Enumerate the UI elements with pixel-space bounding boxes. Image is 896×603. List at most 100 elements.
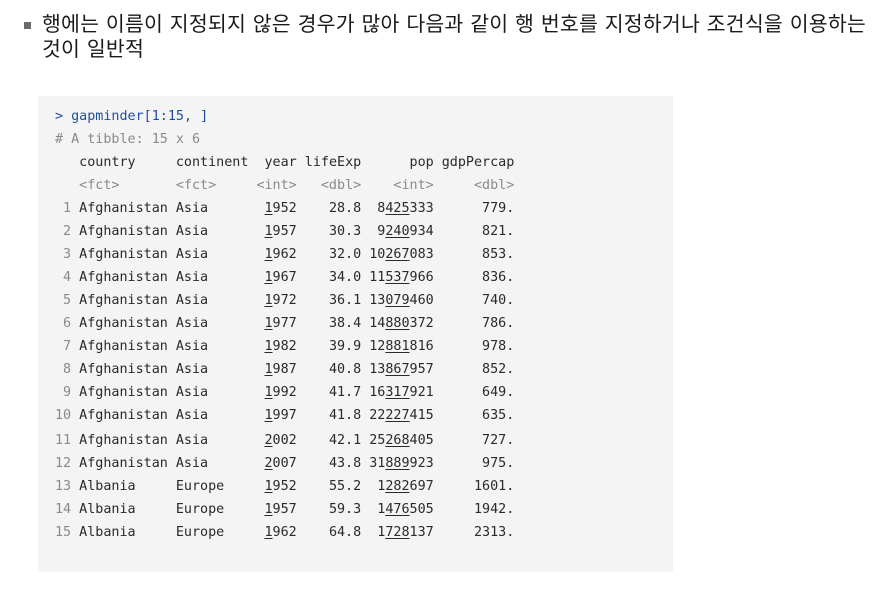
column-type: <dbl> — [320, 178, 362, 193]
cell-country: Afghanistan — [79, 247, 168, 262]
cell-country: Afghanistan — [79, 362, 168, 377]
cell-gdppercap: 786. — [482, 316, 515, 331]
column-header: country — [79, 155, 136, 170]
cell-gdppercap: 853. — [482, 247, 515, 262]
column-type: <fct> — [175, 178, 217, 193]
cell-pop: 13079460 — [369, 293, 434, 308]
cell-lifeexp: 64.8 — [328, 525, 362, 540]
cell-lifeexp: 36.1 — [328, 293, 362, 308]
row-number: 12 — [55, 456, 72, 471]
table-row: 15 Albania Europe 1962 64.8 1728137 2313. — [55, 524, 514, 542]
cell-year: 1977 — [264, 316, 297, 331]
cell-year: 1962 — [264, 247, 297, 262]
table-row: 3 Afghanistan Asia 1962 32.0 10267083 853. — [55, 246, 514, 264]
cell-pop: 1728137 — [377, 525, 434, 540]
cell-year: 1992 — [264, 385, 297, 400]
cell-pop: 14880372 — [369, 316, 434, 331]
cell-lifeexp: 38.4 — [328, 316, 362, 331]
cell-pop: 8425333 — [377, 201, 434, 216]
cell-continent: Asia — [175, 247, 209, 262]
cell-country: Albania — [79, 502, 136, 517]
cell-continent: Asia — [175, 385, 209, 400]
cell-pop: 11537966 — [369, 270, 434, 285]
cell-gdppercap: 1601. — [473, 479, 515, 494]
table-row: 11 Afghanistan Asia 2002 42.1 25268405 727. — [55, 432, 514, 450]
cell-country: Afghanistan — [79, 339, 168, 354]
cell-year: 1987 — [264, 362, 297, 377]
table-row: 6 Afghanistan Asia 1977 38.4 14880372 786. — [55, 315, 514, 333]
cell-continent: Asia — [175, 408, 209, 423]
cell-continent: Asia — [175, 316, 209, 331]
cell-pop: 1282697 — [377, 479, 434, 494]
cell-year: 1982 — [264, 339, 297, 354]
cell-year: 1967 — [264, 270, 297, 285]
row-number: 15 — [55, 525, 72, 540]
row-number: 3 — [63, 247, 72, 262]
cell-gdppercap: 1942. — [473, 502, 515, 517]
cell-year: 1997 — [264, 408, 297, 423]
row-number: 13 — [55, 479, 72, 494]
cell-gdppercap: 978. — [482, 339, 515, 354]
cell-country: Afghanistan — [79, 270, 168, 285]
bullet-square-icon — [24, 22, 31, 29]
cell-lifeexp: 41.8 — [328, 408, 362, 423]
row-number: 10 — [55, 408, 72, 423]
column-header: continent — [175, 155, 249, 170]
cell-country: Afghanistan — [79, 293, 168, 308]
table-row: 8 Afghanistan Asia 1987 40.8 13867957 852. — [55, 361, 514, 379]
cell-pop: 13867957 — [369, 362, 434, 377]
cell-year: 1957 — [264, 502, 297, 517]
table-row: 9 Afghanistan Asia 1992 41.7 16317921 649. — [55, 384, 514, 402]
cell-gdppercap: 836. — [482, 270, 515, 285]
cell-gdppercap: 635. — [482, 408, 515, 423]
row-number: 2 — [63, 224, 72, 239]
row-number: 4 — [63, 270, 72, 285]
cell-country: Albania — [79, 479, 136, 494]
cell-lifeexp: 40.8 — [328, 362, 362, 377]
row-number: 8 — [63, 362, 72, 377]
cell-gdppercap: 740. — [482, 293, 515, 308]
cell-country: Afghanistan — [79, 201, 168, 216]
cell-year: 1962 — [264, 525, 297, 540]
cell-lifeexp: 59.3 — [328, 502, 362, 517]
cell-lifeexp: 43.8 — [328, 456, 362, 471]
row-number: 7 — [63, 339, 72, 354]
cell-pop: 1476505 — [377, 502, 434, 517]
table-row: 13 Albania Europe 1952 55.2 1282697 1601. — [55, 478, 514, 496]
cell-continent: Asia — [175, 433, 209, 448]
cell-pop: 22227415 — [369, 408, 434, 423]
cell-year: 2007 — [264, 456, 297, 471]
cell-lifeexp: 34.0 — [328, 270, 362, 285]
cell-country: Afghanistan — [79, 456, 168, 471]
cell-continent: Asia — [175, 362, 209, 377]
cell-country: Afghanistan — [79, 316, 168, 331]
cell-country: Afghanistan — [79, 433, 168, 448]
cell-pop: 9240934 — [377, 224, 434, 239]
table-row: 4 Afghanistan Asia 1967 34.0 11537966 836. — [55, 269, 514, 287]
table-row: 2 Afghanistan Asia 1957 30.3 9240934 821. — [55, 223, 514, 241]
cell-continent: Europe — [175, 525, 225, 540]
cell-pop: 16317921 — [369, 385, 434, 400]
cell-gdppercap: 649. — [482, 385, 515, 400]
table-row: 1 Afghanistan Asia 1952 28.8 8425333 779. — [55, 200, 514, 218]
cell-pop: 10267083 — [369, 247, 434, 262]
cell-country: Afghanistan — [79, 408, 168, 423]
cell-gdppercap: 821. — [482, 224, 515, 239]
cell-continent: Asia — [175, 293, 209, 308]
cell-continent: Asia — [175, 270, 209, 285]
cell-continent: Asia — [175, 339, 209, 354]
cell-pop: 25268405 — [369, 433, 434, 448]
cell-year: 2002 — [264, 433, 297, 448]
column-header: gdpPercap — [441, 155, 515, 170]
cell-year: 1972 — [264, 293, 297, 308]
cell-country: Afghanistan — [79, 224, 168, 239]
cell-gdppercap: 2313. — [473, 525, 515, 540]
cell-year: 1957 — [264, 224, 297, 239]
table-row: 12 Afghanistan Asia 2007 43.8 31889923 975. — [55, 455, 514, 473]
cell-lifeexp: 41.7 — [328, 385, 362, 400]
code-output-block: > gapminder[1:15, ] # A tibble: 15 x 6 c… — [38, 96, 673, 572]
cell-country: Albania — [79, 525, 136, 540]
cell-lifeexp: 42.1 — [328, 433, 362, 448]
cell-continent: Europe — [175, 502, 225, 517]
cell-continent: Asia — [175, 456, 209, 471]
